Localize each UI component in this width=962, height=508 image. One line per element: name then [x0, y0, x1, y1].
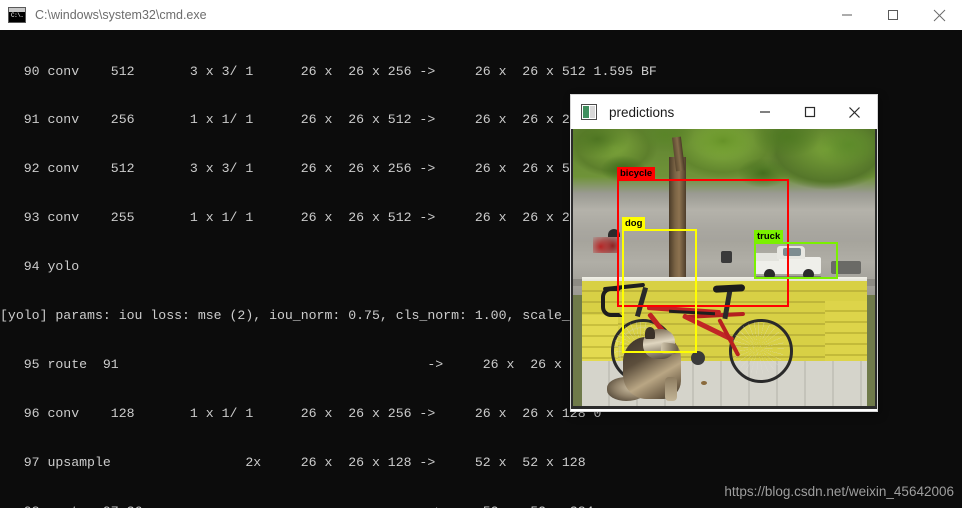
predictions-close-button[interactable]	[832, 95, 877, 129]
predictions-window[interactable]: predictions bicycle dog truck	[571, 95, 877, 411]
bbox-label-dog: dog	[622, 217, 646, 231]
detected-image: bicycle dog truck	[573, 129, 875, 406]
image-preview-icon	[581, 104, 597, 120]
predictions-title-bar[interactable]: predictions	[571, 95, 877, 129]
cmd-title-bar[interactable]: C:\. C:\windows\system32\cmd.exe	[0, 0, 962, 31]
cmd-window-title: C:\windows\system32\cmd.exe	[35, 8, 207, 22]
close-icon	[849, 106, 860, 118]
console-line: 98 route 97 36 -> 52 x 52 x 384	[0, 504, 962, 508]
cmd-minimize-button[interactable]	[824, 0, 870, 30]
maximize-icon	[888, 10, 898, 20]
predictions-window-title: predictions	[609, 104, 675, 120]
prediction-image-canvas: bicycle dog truck	[571, 129, 877, 409]
minimize-icon	[842, 14, 852, 16]
predictions-minimize-button[interactable]	[742, 95, 787, 129]
watermark-text: https://blog.csdn.net/weixin_45642006	[724, 484, 954, 499]
maximize-icon	[804, 106, 815, 118]
cmd-close-button[interactable]	[916, 0, 962, 30]
predictions-maximize-button[interactable]	[787, 95, 832, 129]
minimize-icon	[759, 111, 770, 113]
bicycle-crank	[691, 351, 705, 365]
console-line: 97 upsample 2x 26 x 26 x 128 -> 52 x 52 …	[0, 454, 586, 470]
dog-leg	[665, 377, 677, 401]
cmd-icon-label: C:\.	[11, 12, 24, 19]
bbox-truck: truck	[754, 230, 838, 279]
bbox-dog: dog	[622, 217, 697, 353]
screenshot-root: C:\. C:\windows\system32\cmd.exe 90 conv…	[0, 0, 962, 508]
porch-wall-right	[825, 301, 867, 369]
background-bicycles	[593, 237, 619, 253]
console-line: 90 conv 512 3 x 3/ 1 26 x 26 x 256 -> 26…	[0, 63, 657, 79]
cmd-icon: C:\.	[8, 7, 26, 23]
floor-speck	[701, 381, 707, 385]
close-icon	[933, 9, 945, 21]
bbox-label-bicycle: bicycle	[617, 167, 656, 181]
cmd-maximize-button[interactable]	[870, 0, 916, 30]
bbox-label-truck: truck	[754, 230, 784, 244]
bicycle-rear-spokes	[732, 322, 784, 374]
